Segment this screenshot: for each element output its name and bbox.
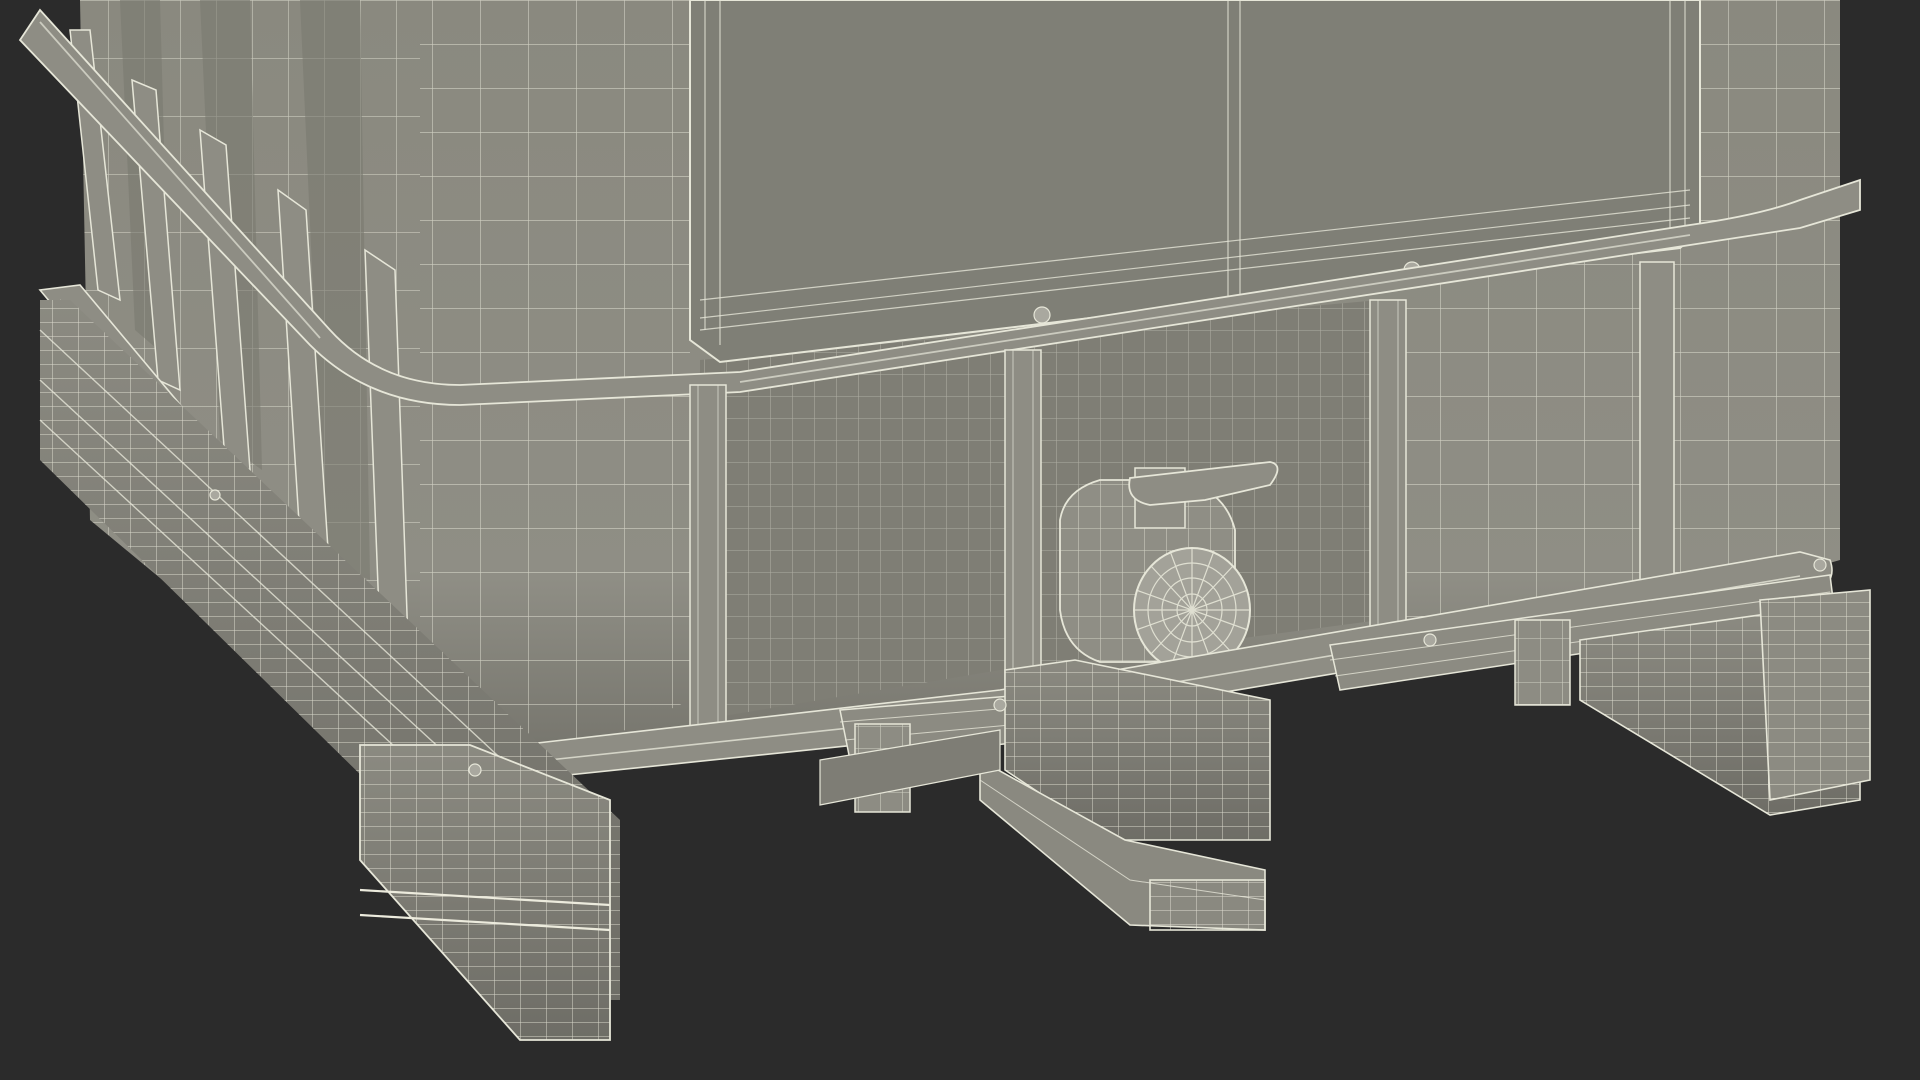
- bolt-icon: [1033, 306, 1051, 324]
- bolt-icon: [993, 698, 1007, 712]
- bolt-icon: [1423, 633, 1437, 647]
- bolt-icon: [1813, 558, 1827, 572]
- bolt-icon: [468, 763, 482, 777]
- bolt-icon: [209, 489, 221, 501]
- render-viewport: [0, 0, 1920, 1080]
